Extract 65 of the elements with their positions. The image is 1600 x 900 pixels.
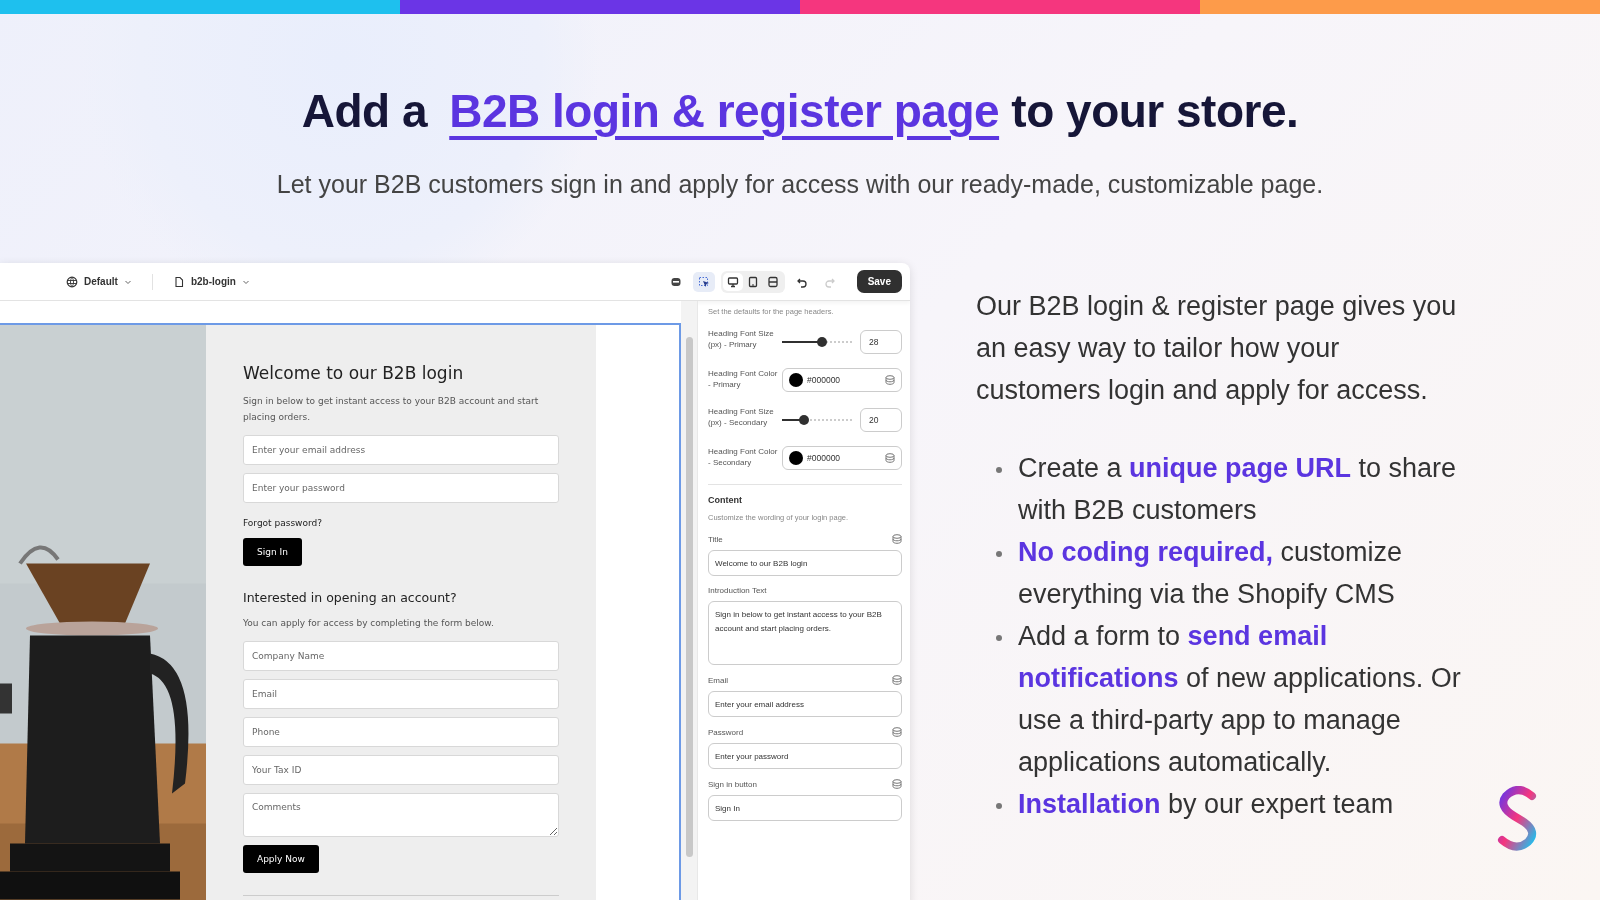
database-icon[interactable] [892,534,902,544]
setting-label: Heading Font Size (px) - Primary [708,328,775,350]
field-label: Password [708,727,744,737]
page-dropdown[interactable]: b2b-login [190,276,236,287]
field-label: Introduction Text [708,586,767,595]
section-title: Content [708,495,743,505]
comments-field[interactable]: Comments [243,793,559,837]
tablet-icon[interactable] [746,275,759,288]
subtitle: Let your B2B customers sign in and apply for access with our ready-made, customizable page. [275,170,1325,199]
input-field[interactable]: Enter your email address [243,435,559,465]
color-field[interactable]: #000000 [782,446,902,470]
text-field[interactable]: Enter your password [708,743,902,769]
globe-icon[interactable] [66,275,78,288]
field-label: Email [708,675,728,685]
input-field[interactable]: Email [243,679,559,709]
feature-text: Installation by our expert team [1018,788,1394,821]
save-button[interactable]: Save [856,270,902,293]
bullet-icon [996,551,1002,557]
input-field[interactable]: Phone [243,717,559,747]
color-field[interactable]: #000000 [782,368,902,392]
sign-in-button[interactable]: Sign In [243,538,302,566]
preview-icon[interactable] [669,275,682,288]
scrollbar[interactable] [685,337,693,857]
inspect-button[interactable] [692,271,715,292]
setting-label: Heading Font Color - Primary [708,368,779,390]
apply-now-button[interactable]: Apply Now [243,845,319,873]
description: Our B2B login & register page gives you an easy way to tailor how your customers login and apply for access. [976,290,1458,407]
number-field[interactable]: 28 [860,330,902,354]
bullet-icon [996,467,1002,473]
input-field[interactable]: Company Name [243,641,559,671]
field-label: Title [708,534,723,544]
input-field[interactable]: Your Tax ID [243,755,559,785]
text-field[interactable]: Enter your email address [708,691,902,717]
database-icon[interactable] [892,727,902,737]
color-swatch[interactable] [789,373,803,387]
input-field[interactable]: Enter your password [243,473,559,503]
text-field[interactable]: Sign In [708,795,902,821]
database-icon[interactable] [892,675,902,685]
login-intro: Sign in below to get instant access to your B2B account and start placing orders. [243,395,540,424]
login-title: Welcome to our B2B login [243,363,465,383]
desktop-icon[interactable] [726,275,739,288]
apply-intro: You can apply for access by completing the form below. [243,617,495,630]
bullet-icon [996,803,1002,809]
fullwidth-icon[interactable] [766,275,779,288]
feature-text: Add a form to send email notifications of new applications. Or use a third-party app to manage applications automatically. [1018,620,1462,779]
bullet-icon [996,635,1002,641]
setting-label: Heading Font Size (px) - Secondary [708,406,775,428]
setting-label: Heading Font Color - Secondary [708,446,779,468]
theme-dropdown[interactable]: Default [84,276,118,287]
database-icon[interactable] [892,779,902,789]
forgot-password-link[interactable]: Forgot password? [243,518,323,528]
apply-title: Interested in opening an account? [243,590,458,605]
text-area[interactable]: Sign in below to get instant access to your B2B account and start placing orders. [708,601,902,665]
cursor-icon [697,275,710,288]
field-label: Sign in button [708,779,757,789]
slider-thumb[interactable] [816,337,827,347]
headline: Add a B2B login & register page to your store. [300,84,1300,138]
slider-thumb[interactable] [798,415,809,425]
text-field[interactable]: Welcome to our B2B login [708,550,902,576]
database-icon[interactable] [885,375,895,385]
number-field[interactable]: 20 [860,408,902,432]
page-icon[interactable] [172,275,185,288]
color-swatch[interactable] [789,451,803,465]
database-icon[interactable] [885,453,895,463]
feature-text: No coding required, customize everything via the Shopify CMS [1018,536,1404,611]
